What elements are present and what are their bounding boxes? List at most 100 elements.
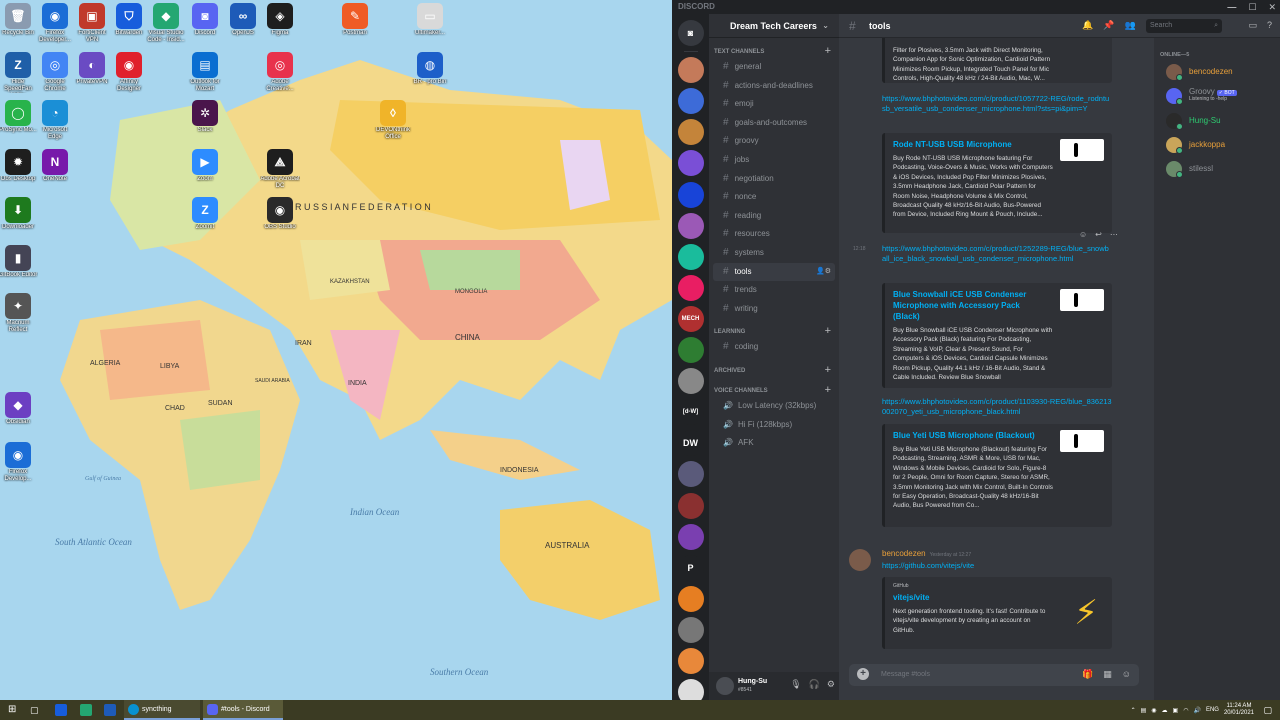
category-learning[interactable]: LEARNING + (709, 318, 839, 338)
add-channel-icon[interactable]: + (825, 45, 831, 57)
wifi-icon[interactable]: ◠ (1183, 707, 1188, 714)
desktop-icon-recycle-bin[interactable]: 🗑 Recycle Bin (0, 3, 38, 37)
voice-channel-afk[interactable]: 🔊 AFK (713, 434, 835, 453)
desktop-icon-google-chrome[interactable]: ◎ Google Chrome (35, 52, 75, 93)
desktop-icon-macrium-reflect[interactable]: ✦ Macrium Reflect (0, 293, 38, 334)
minimize-icon[interactable]: — (1227, 0, 1236, 14)
channel-resources[interactable]: # resources (713, 225, 835, 244)
embed-thumbnail[interactable] (1060, 139, 1104, 161)
add-channel-icon[interactable]: + (825, 364, 831, 376)
vpn-icon[interactable]: ▣ (1173, 707, 1179, 714)
server-icon[interactable] (677, 119, 704, 146)
clock[interactable]: 11:24 AM 20/01/2021 (1224, 703, 1254, 717)
headphones-icon[interactable]: 🎧 (809, 679, 820, 690)
openjs-taskbar-icon[interactable] (104, 704, 116, 716)
category-archived[interactable]: ARCHIVED + (709, 357, 839, 377)
chevron-down-icon[interactable]: ⌄ (822, 14, 829, 38)
channel-coding[interactable]: # coding (713, 338, 835, 357)
gif-icon[interactable]: ▦ (1103, 669, 1112, 680)
author-avatar[interactable] (849, 549, 871, 571)
message-composer[interactable]: + Message #tools 🎁 ▦ ☺ (849, 664, 1139, 686)
embed-title[interactable]: Blue Yeti USB Microphone (Blackout) (893, 430, 1048, 441)
channel-systems[interactable]: # systems (713, 244, 835, 263)
message-link[interactable]: https://www.bhphotovideo.com/c/product/1… (882, 397, 1112, 416)
inbox-icon[interactable]: ▭ (1248, 20, 1257, 31)
server-name-header[interactable]: Dream Tech Careers ⌄ (709, 14, 839, 38)
network-icon[interactable]: ▤ (1141, 707, 1147, 714)
member-stilessl[interactable]: stilessl (1162, 157, 1280, 181)
server-icon[interactable] (677, 274, 704, 301)
server-icon[interactable] (677, 616, 704, 643)
member-groovy[interactable]: Groovy ✓ BOT Listening to -help (1162, 84, 1280, 108)
desktop-icon-firefox-develop[interactable]: ◉ Firefox Develop... (0, 442, 38, 483)
server-icon[interactable] (677, 492, 704, 519)
desktop-icon-zoom[interactable]: ▶ Zoom (185, 149, 225, 183)
microphone-icon[interactable]: 🎙 (790, 679, 801, 690)
server-icon[interactable] (677, 150, 704, 177)
desktop-icon-forticlient-vpn[interactable]: ▣ FortiClient VPN (72, 3, 112, 44)
channel-groovy[interactable]: # groovy (713, 132, 835, 151)
notifications-icon[interactable]: ▢ (1263, 700, 1272, 720)
volume-icon[interactable]: 🔊 (1193, 707, 1200, 714)
desktop-icon-adobe-acrobat-dc[interactable]: ⟁ Adobe Acrobat DC (260, 149, 300, 190)
desktop-icon-br-pro-bin[interactable]: ◍ BR - pro Bin (410, 52, 450, 86)
desktop-icon-hide-speedfan-utility[interactable]: ZHide SpeedFan Utility (0, 52, 38, 93)
voice-channel-low-latency-32kbps[interactable]: 🔊 Low Latency (32kbps) (713, 397, 835, 416)
server-icon[interactable] (677, 57, 704, 84)
bitwarden-taskbar-icon[interactable] (55, 704, 67, 716)
server-icon[interactable] (677, 585, 704, 612)
gift-icon[interactable]: 🎁 (1082, 669, 1093, 680)
desktop-icon-prosync-mo[interactable]: ◯ ProSync Mo... (0, 100, 38, 134)
home-discord-icon[interactable]: ◙ (677, 20, 704, 46)
member-bencodezen[interactable]: bencodezen (1162, 60, 1280, 84)
channel-tools[interactable]: # tools 👤⚙ (713, 262, 835, 282)
server-icon[interactable] (677, 461, 704, 488)
desktop-icon-obs-studio[interactable]: ◉ OBS Studio (260, 197, 300, 231)
help-icon[interactable]: ? (1267, 20, 1272, 31)
add-channel-icon[interactable]: + (825, 384, 831, 396)
desktop-icon-obsidian[interactable]: ◆ Obsidian (0, 392, 38, 426)
server-icon[interactable]: MECH (677, 305, 704, 332)
channel-actions-and-deadlines[interactable]: # actions-and-deadlines (713, 77, 835, 96)
vscode-taskbar-icon[interactable] (80, 704, 92, 716)
sync-icon[interactable]: ◉ (1151, 707, 1156, 714)
server-icon[interactable] (677, 647, 704, 674)
desktop-icon-devonthink-office[interactable]: ◊ DEVONthink Office (373, 100, 413, 141)
desktop-icon-visual-studio-code-insid[interactable]: ◆ Visual Studio Code - Insid... (146, 3, 186, 44)
desktop-icon-figma[interactable]: ◈ Figma (260, 3, 300, 37)
desktop-icon-outlook-for-mozart[interactable]: ▤ Outlook for Mozart (185, 52, 225, 93)
embed-thumbnail[interactable] (1060, 430, 1104, 452)
server-icon[interactable]: DW (677, 430, 704, 457)
add-channel-icon[interactable]: + (825, 325, 831, 337)
message-link[interactable]: https://www.bhphotovideo.com/c/product/1… (882, 244, 1112, 263)
embed-thumbnail[interactable] (1060, 289, 1104, 311)
cloud-icon[interactable]: ☁ (1162, 707, 1168, 714)
server-icon[interactable] (677, 212, 704, 239)
emoji-icon[interactable]: ☺ (1122, 669, 1131, 680)
server-icon[interactable] (677, 181, 704, 208)
user-avatar[interactable] (716, 677, 734, 695)
channel-negotiation[interactable]: # negotiation (713, 170, 835, 189)
member-hung-su[interactable]: Hung-Su (1162, 109, 1280, 133)
close-icon[interactable]: ✕ (1268, 0, 1276, 14)
reply-icon[interactable]: ↩ (1095, 230, 1102, 239)
channel-general[interactable]: # general (713, 58, 835, 77)
message-link[interactable]: https://github.com/vitejs/vite (882, 561, 1112, 571)
channel-reading[interactable]: # reading (713, 207, 835, 226)
author-name[interactable]: bencodezen (882, 549, 926, 558)
channel-goals-and-outcomes[interactable]: # goals-and-outcomes (713, 114, 835, 133)
voice-channel-hi-fi-128kbps[interactable]: 🔊 Hi Fi (128kbps) (713, 416, 835, 435)
server-icon[interactable] (677, 337, 704, 364)
pin-icon[interactable]: 📌 (1103, 20, 1114, 31)
taskbar-app-syncthing[interactable]: syncthing (124, 700, 200, 720)
channel-writing[interactable]: # writing (713, 300, 835, 319)
channel-nonce[interactable]: # nonce (713, 188, 835, 207)
desktop-icon-onenote[interactable]: N OneNote (35, 149, 75, 183)
desktop-icon-firefox-developer[interactable]: ◉ Firefox Developer... (35, 3, 75, 44)
desktop-icon-discord[interactable]: ◙ Discord (185, 3, 225, 37)
message-link[interactable]: https://www.bhphotovideo.com/c/product/1… (882, 94, 1112, 113)
desktop-icon-ultimaker[interactable]: ▭ Ultimaker... (410, 3, 450, 37)
message-author[interactable]: bencodezen Yesterday at 12:27 (882, 549, 971, 558)
desktop-icon-affinity-designer[interactable]: ◉ Affinity Designer (109, 52, 149, 93)
desktop-icon-bitwarden[interactable]: ⛉ Bitwarden (109, 3, 149, 37)
